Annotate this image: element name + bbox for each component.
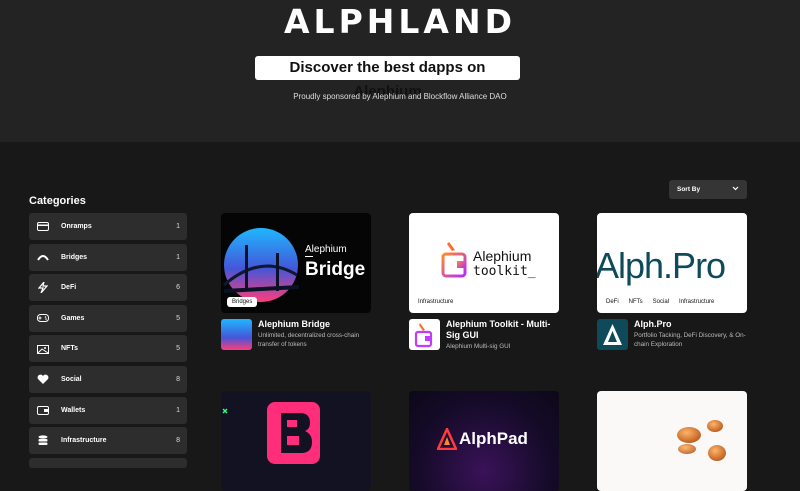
card-thumbnail[interactable]: AlphPad bbox=[409, 391, 559, 491]
card-thumbnail[interactable]: Alephium Bridge Bridges bbox=[221, 213, 371, 313]
category-count: 1 bbox=[176, 223, 180, 230]
card-desc: Unlimited, decentralized cross-chain tra… bbox=[258, 332, 360, 348]
thumb-big: AlphPad bbox=[459, 429, 528, 448]
category-count: 6 bbox=[176, 284, 180, 292]
category-games[interactable]: Games 5 bbox=[29, 304, 187, 332]
category-count: 8 bbox=[176, 375, 180, 383]
dapp-card-alphpad[interactable]: AlphPad bbox=[409, 391, 559, 491]
thumb-big: toolkit_ bbox=[473, 264, 536, 279]
defi-icon bbox=[37, 282, 49, 294]
gamepad-icon bbox=[37, 313, 49, 323]
card-name[interactable]: Alph.Pro bbox=[634, 319, 747, 330]
category-label: Games bbox=[61, 314, 85, 322]
card-thumbnail[interactable]: Alph.Pro DeFi NFTs Social Infrastructure bbox=[597, 213, 747, 313]
tag-badge[interactable]: Infrastructure bbox=[415, 297, 456, 307]
alphland-logo[interactable]: ALPHLAND bbox=[0, 2, 800, 41]
category-social[interactable]: Social 8 bbox=[29, 365, 187, 393]
tag-badge[interactable]: Bridges bbox=[227, 297, 258, 307]
thumb-big: Bridge bbox=[305, 259, 366, 280]
tag-list: Infrastructure bbox=[415, 297, 456, 307]
thumb-title: Alephium bbox=[473, 248, 532, 264]
category-infrastructure[interactable]: Infrastructure 8 bbox=[29, 427, 187, 455]
dapp-card-alephium-toolkit[interactable]: Alephium toolkit_ Infrastructure Alephiu… bbox=[409, 213, 559, 351]
category-label: Onramps bbox=[61, 223, 92, 230]
categories-title: Categories bbox=[29, 195, 86, 207]
card-name[interactable]: Alephium Bridge bbox=[258, 319, 371, 330]
database-icon bbox=[37, 435, 49, 446]
alphpad-logo-icon bbox=[437, 428, 457, 450]
category-onramps[interactable]: Onramps 1 bbox=[29, 213, 187, 240]
category-list: Onramps 1 Bridges 1 DeFi 6 Games 5 NFTs … bbox=[29, 213, 187, 471]
tag-badge[interactable]: NFTs bbox=[626, 297, 646, 307]
card-icon bbox=[37, 222, 49, 232]
category-label: DeFi bbox=[61, 284, 77, 292]
card-logo bbox=[597, 319, 628, 350]
category-label: Infrastructure bbox=[61, 437, 107, 445]
tagline: Discover the best dapps on Alephium bbox=[255, 56, 520, 100]
thumb-big: Alph.Pro bbox=[597, 245, 726, 286]
category-label: Social bbox=[61, 375, 82, 383]
category-wallets[interactable]: Wallets 1 bbox=[29, 396, 187, 424]
category-label: NFTs bbox=[61, 345, 78, 353]
thumb-divider bbox=[305, 256, 313, 257]
card-name[interactable]: Alephium Toolkit - Multi-Sig GUI bbox=[446, 319, 559, 341]
tag-badge[interactable]: DeFi bbox=[603, 297, 622, 307]
coins-icon bbox=[677, 420, 726, 461]
card-thumbnail[interactable] bbox=[597, 391, 747, 491]
thumb-title: Alephium bbox=[305, 244, 347, 255]
chevron-down-icon bbox=[732, 186, 739, 193]
category-count: 5 bbox=[176, 345, 180, 353]
card-thumbnail[interactable]: Alephium toolkit_ Infrastructure bbox=[409, 213, 559, 313]
card-logo bbox=[221, 319, 252, 350]
category-count: 1 bbox=[176, 406, 180, 414]
nft-icon bbox=[37, 344, 49, 354]
card-desc: Portfolio Tacking, DeFi Discovery, & On-… bbox=[634, 332, 746, 348]
category-bridges[interactable]: Bridges 1 bbox=[29, 243, 187, 271]
dapp-card-4[interactable] bbox=[221, 391, 371, 491]
tag-badge[interactable]: Social bbox=[650, 297, 672, 307]
category-count: 8 bbox=[176, 437, 180, 445]
category-label: Wallets bbox=[61, 406, 86, 414]
bridge-icon bbox=[37, 252, 49, 262]
sort-by-dropdown[interactable]: Sort By bbox=[669, 180, 747, 199]
category-count: 1 bbox=[176, 253, 180, 261]
dapp-card-alephium-bridge[interactable]: Alephium Bridge Bridges Alephium Bridge … bbox=[221, 213, 371, 350]
category-nfts[interactable]: NFTs 5 bbox=[29, 335, 187, 363]
tag-list: DeFi NFTs Social Infrastructure bbox=[603, 297, 717, 307]
tag-list: Bridges bbox=[227, 297, 258, 307]
card-logo bbox=[409, 319, 440, 350]
category-count: 5 bbox=[176, 314, 180, 322]
category-defi[interactable]: DeFi 6 bbox=[29, 274, 187, 302]
dapp-card-alph-pro[interactable]: Alph.Pro DeFi NFTs Social Infrastructure… bbox=[597, 213, 747, 350]
category-label: Bridges bbox=[61, 253, 88, 261]
card-thumbnail[interactable] bbox=[221, 391, 371, 491]
dapp-card-6[interactable] bbox=[597, 391, 747, 491]
heart-icon bbox=[37, 374, 49, 385]
tag-badge[interactable]: Infrastructure bbox=[676, 297, 717, 307]
card-desc: Alephium Multi-sig GUI bbox=[446, 343, 511, 350]
wallet-icon bbox=[37, 405, 49, 415]
sort-label: Sort By bbox=[677, 186, 701, 193]
hero-header: ALPHLAND Discover the best dapps on Alep… bbox=[0, 0, 800, 142]
sponsor-text: Proudly sponsored by Alephium and Blockf… bbox=[293, 92, 507, 101]
toolkit-logo-icon bbox=[441, 242, 467, 278]
